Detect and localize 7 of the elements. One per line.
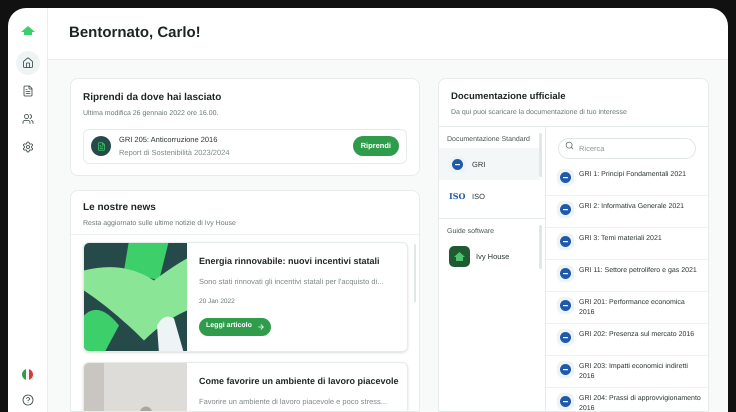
- article-title: Energia rinnovabile: nuovi incentivi statali: [199, 255, 380, 268]
- card-title: Documentazione ufficiale: [451, 90, 567, 104]
- iso-logo: ISO: [449, 192, 466, 200]
- article-title: Come favorire un ambiente di lavoro piacevole: [199, 375, 399, 388]
- card-title: Le nostre news: [83, 200, 157, 214]
- page-title: Bentornato, Carlo!: [69, 23, 201, 44]
- card-title: Riprendi da dove hai lasciato: [83, 91, 222, 105]
